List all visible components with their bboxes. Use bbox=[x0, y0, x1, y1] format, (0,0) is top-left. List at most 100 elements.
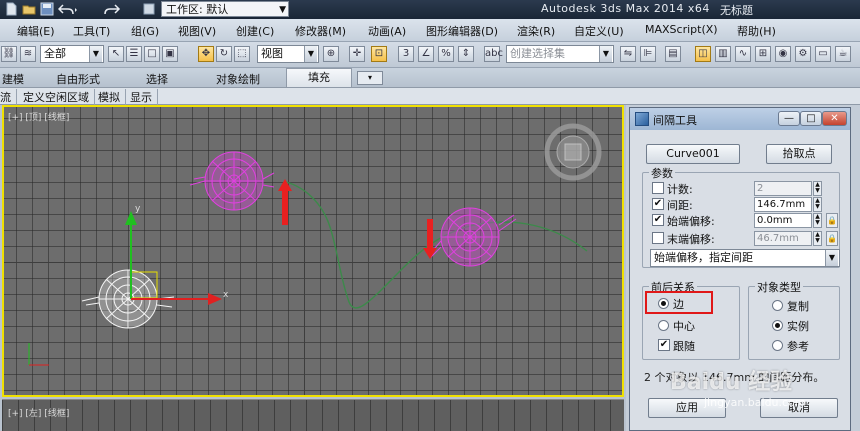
menu-maxscript[interactable]: MAXScript(X) bbox=[645, 23, 718, 36]
start-offset-spinner[interactable]: ▲ ▼ bbox=[813, 213, 822, 228]
close-button[interactable]: ✕ bbox=[822, 111, 847, 126]
rotate-icon[interactable]: ↻ bbox=[216, 46, 232, 62]
tab-selection[interactable]: 选择 bbox=[146, 71, 168, 87]
rectangular-selection-icon[interactable]: □ bbox=[144, 46, 160, 62]
type-reference-row: 参考 bbox=[772, 338, 832, 354]
select-manipulate-icon[interactable]: ✛ bbox=[349, 46, 365, 62]
count-input[interactable]: 2 bbox=[754, 181, 812, 196]
undo-icon[interactable] bbox=[57, 2, 78, 17]
pivot-center-icon[interactable]: ⊕ bbox=[323, 46, 339, 62]
pick-path-button[interactable]: Curve001 bbox=[646, 144, 740, 164]
count-checkbox[interactable] bbox=[652, 182, 664, 194]
viewport-label-left[interactable]: [+] [左] [线框] bbox=[8, 406, 69, 419]
select-by-name-icon[interactable]: ☰ bbox=[126, 46, 142, 62]
spacing-spinner[interactable]: ▲ ▼ bbox=[813, 197, 822, 212]
save-icon[interactable] bbox=[40, 2, 54, 17]
left-viewport[interactable]: [+] [左] [线框] bbox=[2, 399, 624, 431]
chevron-down-icon: ▼ bbox=[825, 250, 838, 266]
end-offset-checkbox[interactable] bbox=[652, 232, 664, 244]
scale-icon[interactable]: ⬚ bbox=[234, 46, 250, 62]
menu-views[interactable]: 视图(V) bbox=[178, 23, 216, 39]
file-title: 无标题 bbox=[720, 4, 753, 17]
panel-define-idle-areas[interactable]: 定义空闲区域 bbox=[23, 89, 95, 105]
menu-group[interactable]: 组(G) bbox=[131, 23, 159, 39]
start-offset-label: 始端偏移: bbox=[667, 215, 715, 228]
angle-snap-icon[interactable]: ∠ bbox=[418, 46, 434, 62]
panel-simulate[interactable]: 模拟 bbox=[98, 89, 126, 105]
instance-radio[interactable] bbox=[772, 320, 783, 331]
menu-rendering[interactable]: 渲染(R) bbox=[517, 23, 555, 39]
centers-radio[interactable] bbox=[658, 320, 669, 331]
panel-display[interactable]: 显示 bbox=[130, 89, 158, 105]
end-offset-spinner[interactable]: ▲ ▼ bbox=[813, 231, 822, 246]
named-selection-set-dropdown[interactable]: 创建选择集 ▼ bbox=[506, 45, 614, 63]
menu-modifiers[interactable]: 修改器(M) bbox=[295, 23, 346, 39]
new-file-icon[interactable] bbox=[4, 2, 18, 17]
follow-checkbox[interactable]: ✔ bbox=[658, 339, 670, 351]
menu-customize[interactable]: 自定义(U) bbox=[574, 23, 624, 39]
spacing-input[interactable]: 146.7mm bbox=[754, 197, 812, 212]
render-setup-icon[interactable]: ⚙ bbox=[795, 46, 811, 62]
scene-explorer-icon[interactable]: ▤ bbox=[665, 46, 681, 62]
spinner-snap-icon[interactable]: ⇕ bbox=[458, 46, 474, 62]
menu-create[interactable]: 创建(C) bbox=[236, 23, 274, 39]
snaps-toggle-icon[interactable]: 3 bbox=[398, 46, 414, 62]
redo-icon[interactable] bbox=[104, 2, 124, 17]
maximize-button[interactable]: □ bbox=[800, 111, 822, 126]
material-editor-icon[interactable]: ◉ bbox=[775, 46, 791, 62]
menu-graph-editors[interactable]: 图形编辑器(D) bbox=[426, 23, 498, 39]
tab-modeling[interactable]: 建模 bbox=[2, 71, 24, 87]
selection-filter-dropdown[interactable]: 全部 ▼ bbox=[40, 45, 104, 63]
render-production-icon[interactable]: ☕ bbox=[835, 46, 851, 62]
graphite-toggle-icon[interactable]: ▥ bbox=[715, 46, 731, 62]
end-offset-row: 末端偏移: 46.7mm ▲ ▼ 🔒 bbox=[652, 231, 842, 247]
menu-tools[interactable]: 工具(T) bbox=[73, 23, 110, 39]
lock-icon[interactable]: 🔒 bbox=[826, 213, 838, 228]
follow-row: ✔ 跟随 bbox=[658, 338, 728, 354]
minimize-button[interactable]: — bbox=[778, 111, 800, 126]
tab-object-paint[interactable]: 对象绘制 bbox=[216, 71, 260, 87]
title-bar: 工作区: 默认 ▼ Autodesk 3ds Max 2014 x64 无标题 bbox=[0, 0, 860, 19]
keyboard-shortcut-override-icon[interactable]: ⊡ bbox=[371, 46, 387, 62]
spacing-mode-value: 始端偏移，指定间距 bbox=[654, 251, 753, 264]
top-viewport[interactable]: [+] [顶] [线框] y x bbox=[2, 105, 624, 397]
rendered-frame-window-icon[interactable]: ▭ bbox=[815, 46, 831, 62]
end-offset-input[interactable]: 46.7mm bbox=[754, 231, 812, 246]
bind-space-warp-icon[interactable]: ≋ bbox=[20, 46, 36, 62]
start-offset-input[interactable]: 0.0mm bbox=[754, 213, 812, 228]
percent-snap-icon[interactable]: % bbox=[438, 46, 454, 62]
copy-radio[interactable] bbox=[772, 300, 783, 311]
menu-edit[interactable]: 编辑(E) bbox=[17, 23, 55, 39]
spacing-checkbox[interactable]: ✔ bbox=[652, 198, 664, 210]
spacing-mode-dropdown[interactable]: 始端偏移，指定间距 ▼ bbox=[650, 249, 840, 267]
select-object-icon[interactable]: ↖ bbox=[108, 46, 124, 62]
workspace-dropdown[interactable]: 工作区: 默认 ▼ bbox=[161, 1, 289, 17]
object-type-label: 对象类型 bbox=[755, 279, 803, 295]
window-crossing-icon[interactable]: ▣ bbox=[162, 46, 178, 62]
menu-help[interactable]: 帮助(H) bbox=[737, 23, 776, 39]
dialog-title-bar[interactable]: 间隔工具 — □ ✕ bbox=[630, 108, 850, 130]
schematic-view-icon[interactable]: ⊞ bbox=[755, 46, 771, 62]
align-icon[interactable]: ⊫ bbox=[640, 46, 656, 62]
edit-named-selection-icon[interactable]: abc bbox=[484, 46, 503, 62]
reference-coordinate-dropdown[interactable]: 视图 ▼ bbox=[257, 45, 319, 63]
watermark-url: jingyan.baidu.com bbox=[704, 396, 806, 409]
move-icon[interactable]: ✥ bbox=[198, 46, 214, 62]
link-icon[interactable]: ⛓ bbox=[1, 46, 17, 62]
lock-icon[interactable]: 🔒 bbox=[826, 231, 838, 246]
tab-populate[interactable]: 填充 bbox=[286, 68, 352, 87]
panel-flows[interactable]: 流 bbox=[0, 89, 17, 105]
ribbon-options-button[interactable]: ▾ bbox=[357, 71, 383, 85]
pick-points-button[interactable]: 拾取点 bbox=[766, 144, 832, 164]
open-folder-icon[interactable] bbox=[22, 2, 36, 17]
ribbon-tabs: 建模 自由形式 选择 对象绘制 填充 ▾ bbox=[0, 68, 860, 88]
count-spinner[interactable]: ▲ ▼ bbox=[813, 181, 822, 196]
reference-radio[interactable] bbox=[772, 340, 783, 351]
hold-icon[interactable] bbox=[142, 2, 156, 17]
layer-manager-icon[interactable]: ◫ bbox=[695, 46, 711, 62]
curve-editor-icon[interactable]: ∿ bbox=[735, 46, 751, 62]
start-offset-checkbox[interactable]: ✔ bbox=[652, 214, 664, 226]
tab-freeform[interactable]: 自由形式 bbox=[56, 71, 100, 87]
menu-animation[interactable]: 动画(A) bbox=[368, 23, 406, 39]
mirror-icon[interactable]: ⇋ bbox=[620, 46, 636, 62]
